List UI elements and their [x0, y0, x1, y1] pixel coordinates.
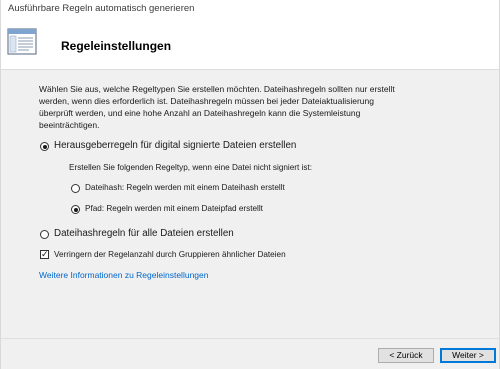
file-hash-radio[interactable]: [71, 184, 80, 193]
publisher-rules-label[interactable]: Herausgeberregeln für digital signierte …: [54, 140, 296, 151]
publisher-rules-radio[interactable]: [40, 142, 49, 151]
hash-all-label[interactable]: Dateihashregeln für alle Dateien erstell…: [54, 228, 234, 239]
file-hash-label[interactable]: Dateihash: Regeln werden mit einem Datei…: [85, 183, 285, 192]
description-text: Wählen Sie aus, welche Regeltypen Sie er…: [39, 84, 395, 130]
path-radio[interactable]: [71, 205, 80, 214]
title-bar: Ausführbare Regeln automatisch generiere…: [1, 0, 499, 20]
reduce-rules-checkbox[interactable]: ✓: [40, 249, 49, 259]
page-title: Regeleinstellungen: [61, 39, 172, 53]
settings-page-icon: [7, 28, 37, 55]
path-label[interactable]: Pfad: Regeln werden mit einem Dateipfad …: [85, 204, 263, 213]
window-title: Ausführbare Regeln automatisch generiere…: [8, 3, 195, 14]
reduce-rules-label[interactable]: Verringern der Regelanzahl durch Gruppie…: [54, 250, 286, 259]
hash-all-radio[interactable]: [40, 230, 49, 239]
wizard-window: Ausführbare Regeln automatisch generiere…: [0, 0, 500, 369]
more-info-link[interactable]: Weitere Informationen zu Regeleinstellun…: [39, 270, 208, 280]
wizard-footer: < Zurück Weiter >: [1, 338, 499, 369]
back-button[interactable]: < Zurück: [378, 348, 434, 363]
checkmark-icon: ✓: [41, 249, 49, 259]
wizard-header: Regeleinstellungen: [1, 20, 499, 70]
next-button[interactable]: Weiter >: [440, 348, 496, 363]
wizard-body: Wählen Sie aus, welche Regeltypen Sie er…: [1, 70, 499, 338]
unsigned-prompt-label: Erstellen Sie folgenden Regeltyp, wenn e…: [69, 163, 313, 172]
